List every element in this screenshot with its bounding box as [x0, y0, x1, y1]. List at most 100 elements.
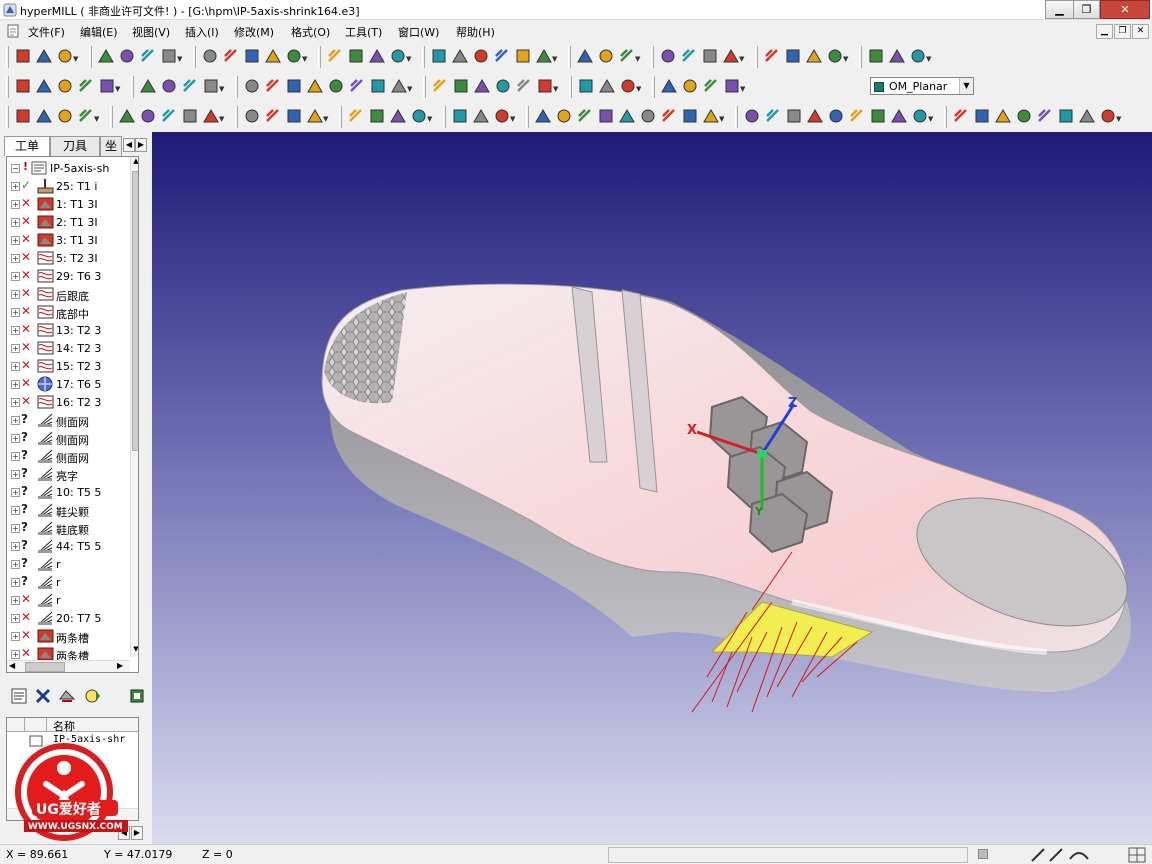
- tool-button-icon[interactable]: [743, 107, 761, 125]
- chevron-down-icon[interactable]: ▼: [1116, 115, 1121, 123]
- tool-button-icon[interactable]: [702, 77, 720, 95]
- delete-icon[interactable]: [34, 687, 52, 705]
- postprocess-icon[interactable]: [130, 687, 144, 705]
- tool-button-icon[interactable]: [347, 47, 365, 65]
- tool-button-icon[interactable]: [1078, 107, 1096, 125]
- job-list-icon[interactable]: [10, 687, 28, 705]
- chevron-down-icon[interactable]: ▼: [739, 55, 744, 63]
- tool-button-icon[interactable]: [536, 77, 554, 95]
- expand-icon[interactable]: +: [11, 200, 20, 209]
- tool-button-icon[interactable]: [160, 107, 178, 125]
- chevron-down-icon[interactable]: ▼: [959, 78, 973, 94]
- menu-tools[interactable]: 工具(T): [345, 24, 382, 40]
- expand-icon[interactable]: +: [11, 506, 20, 515]
- expand-icon[interactable]: +: [11, 470, 20, 479]
- tool-button-icon[interactable]: [77, 77, 95, 95]
- expand-icon[interactable]: +: [11, 236, 20, 245]
- tree-item[interactable]: + ✕ 2: T1 3I: [7, 213, 127, 231]
- tool-button-icon[interactable]: [368, 47, 386, 65]
- expand-icon[interactable]: +: [11, 434, 20, 443]
- tool-button-icon[interactable]: [577, 77, 595, 95]
- tool-button-icon[interactable]: [347, 107, 365, 125]
- tool-button-icon[interactable]: [764, 107, 782, 125]
- tool-button-icon[interactable]: [639, 107, 657, 125]
- tool-button-icon[interactable]: [222, 47, 240, 65]
- tool-button-icon[interactable]: [763, 47, 781, 65]
- tool-button-icon[interactable]: [472, 107, 490, 125]
- tab-coords[interactable]: 坐: [100, 136, 122, 156]
- tool-button-icon[interactable]: [118, 107, 136, 125]
- expand-icon[interactable]: +: [11, 560, 20, 569]
- menu-insert[interactable]: 插入(I): [185, 24, 219, 40]
- chevron-down-icon[interactable]: ▼: [636, 85, 641, 93]
- maximize-button[interactable]: ❐: [1073, 0, 1100, 19]
- tool-button-icon[interactable]: [888, 47, 906, 65]
- tree-item[interactable]: + ✓ 25: T1 i: [7, 177, 127, 195]
- tool-button-icon[interactable]: [326, 47, 344, 65]
- toolbar-grip[interactable]: [755, 46, 758, 68]
- tool-button-icon[interactable]: [264, 77, 282, 95]
- tool-button-icon[interactable]: [389, 47, 407, 65]
- tool-button-icon[interactable]: [659, 47, 677, 65]
- toolbar-grip[interactable]: [859, 46, 862, 68]
- toolbar-grip[interactable]: [6, 76, 9, 98]
- tool-button-icon[interactable]: [452, 77, 470, 95]
- toolbar-grip[interactable]: [944, 106, 947, 128]
- tree-vertical-scrollbar[interactable]: ▲ ▼: [130, 157, 138, 657]
- tool-button-icon[interactable]: [827, 107, 845, 125]
- tool-button-icon[interactable]: [952, 107, 970, 125]
- simulate-icon[interactable]: [84, 687, 102, 705]
- chevron-down-icon[interactable]: ▼: [553, 85, 558, 93]
- chevron-down-icon[interactable]: ▼: [552, 55, 557, 63]
- toolbar-grip[interactable]: [443, 106, 446, 128]
- tool-button-icon[interactable]: [494, 77, 512, 95]
- tool-button-icon[interactable]: [534, 107, 552, 125]
- graphics-viewport[interactable]: X Z Y: [152, 132, 1152, 844]
- tool-button-icon[interactable]: [243, 107, 261, 125]
- tool-button-icon[interactable]: [285, 77, 303, 95]
- tool-button-icon[interactable]: [369, 77, 387, 95]
- tool-button-icon[interactable]: [869, 107, 887, 125]
- tab-tools[interactable]: 刀具: [50, 136, 100, 156]
- tree-horizontal-scrollbar[interactable]: ◀ ▶: [7, 660, 130, 672]
- toolbar-grip[interactable]: [193, 46, 196, 68]
- tool-button-icon[interactable]: [348, 77, 366, 95]
- tool-button-icon[interactable]: [14, 47, 32, 65]
- tool-button-icon[interactable]: [35, 47, 53, 65]
- chevron-down-icon[interactable]: ▼: [510, 115, 515, 123]
- tree-item[interactable]: +? 亮字: [7, 465, 127, 483]
- chevron-down-icon[interactable]: ▼: [115, 85, 120, 93]
- scroll-left-icon[interactable]: ◀: [9, 661, 15, 670]
- chevron-down-icon[interactable]: ▼: [302, 55, 307, 63]
- mdi-restore-button[interactable]: ❐: [1114, 24, 1131, 39]
- scroll-down-icon[interactable]: ▼: [132, 645, 138, 655]
- expand-icon[interactable]: +: [11, 380, 20, 389]
- tool-button-icon[interactable]: [660, 107, 678, 125]
- tool-button-icon[interactable]: [410, 107, 428, 125]
- tool-button-icon[interactable]: [618, 47, 636, 65]
- chevron-down-icon[interactable]: ▼: [219, 85, 224, 93]
- tool-button-icon[interactable]: [1057, 107, 1075, 125]
- toolbar-grip[interactable]: [235, 106, 238, 128]
- chevron-down-icon[interactable]: ▼: [177, 55, 182, 63]
- tool-button-icon[interactable]: [14, 107, 32, 125]
- toolbar-grip[interactable]: [526, 106, 529, 128]
- tool-button-icon[interactable]: [1036, 107, 1054, 125]
- tool-button-icon[interactable]: [160, 77, 178, 95]
- tool-button-icon[interactable]: [1015, 107, 1033, 125]
- tool-button-icon[interactable]: [723, 77, 741, 95]
- tool-button-icon[interactable]: [514, 47, 532, 65]
- tool-button-icon[interactable]: [56, 47, 74, 65]
- tree-item[interactable]: + ✕ 29: T6 3: [7, 267, 127, 285]
- tool-button-icon[interactable]: [451, 47, 469, 65]
- expand-icon[interactable]: +: [11, 308, 20, 317]
- expand-icon[interactable]: +: [11, 344, 20, 353]
- expand-icon[interactable]: +: [11, 398, 20, 407]
- chevron-down-icon[interactable]: ▼: [94, 115, 99, 123]
- tool-button-icon[interactable]: [909, 47, 927, 65]
- layer-select[interactable]: OM_Planar ▼: [870, 77, 974, 95]
- tree-item[interactable]: + ✕ 16: T2 3: [7, 393, 127, 411]
- tool-button-icon[interactable]: [327, 77, 345, 95]
- toolbar-grip[interactable]: [735, 106, 738, 128]
- tree-item[interactable]: +? 10: T5 5: [7, 483, 127, 501]
